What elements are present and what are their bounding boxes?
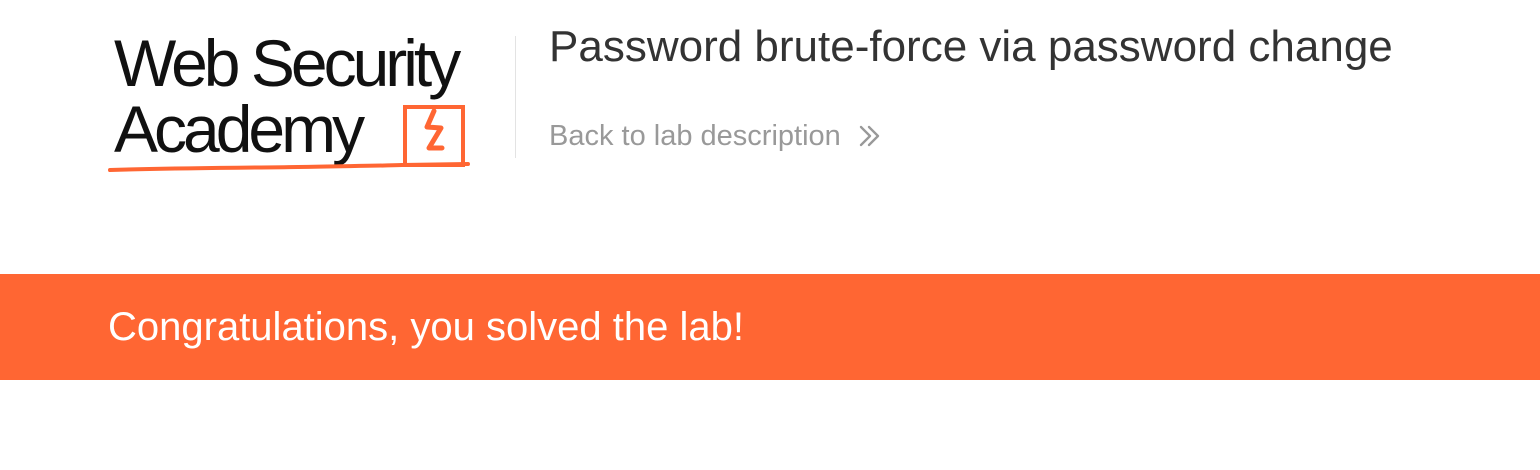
logo-text-academy: Academy [114,92,365,166]
web-security-academy-logo-link[interactable]: Web Security Academy [108,28,508,178]
header-divider [515,36,516,158]
logo-text-web-security: Web Security [114,26,461,100]
back-to-lab-description-link[interactable]: Back to lab description [549,118,883,154]
logo-underline-mark [108,163,404,172]
lab-header: Web Security Academy Password brute-forc… [0,0,1540,274]
double-chevron-right-icon [859,125,879,147]
back-to-lab-description-label: Back to lab description [549,120,841,152]
lab-solved-message: Congratulations, you solved the lab! [108,305,744,349]
lab-title: Password brute-force via password change [549,22,1393,71]
academy-lightning-mark-icon [400,105,470,167]
